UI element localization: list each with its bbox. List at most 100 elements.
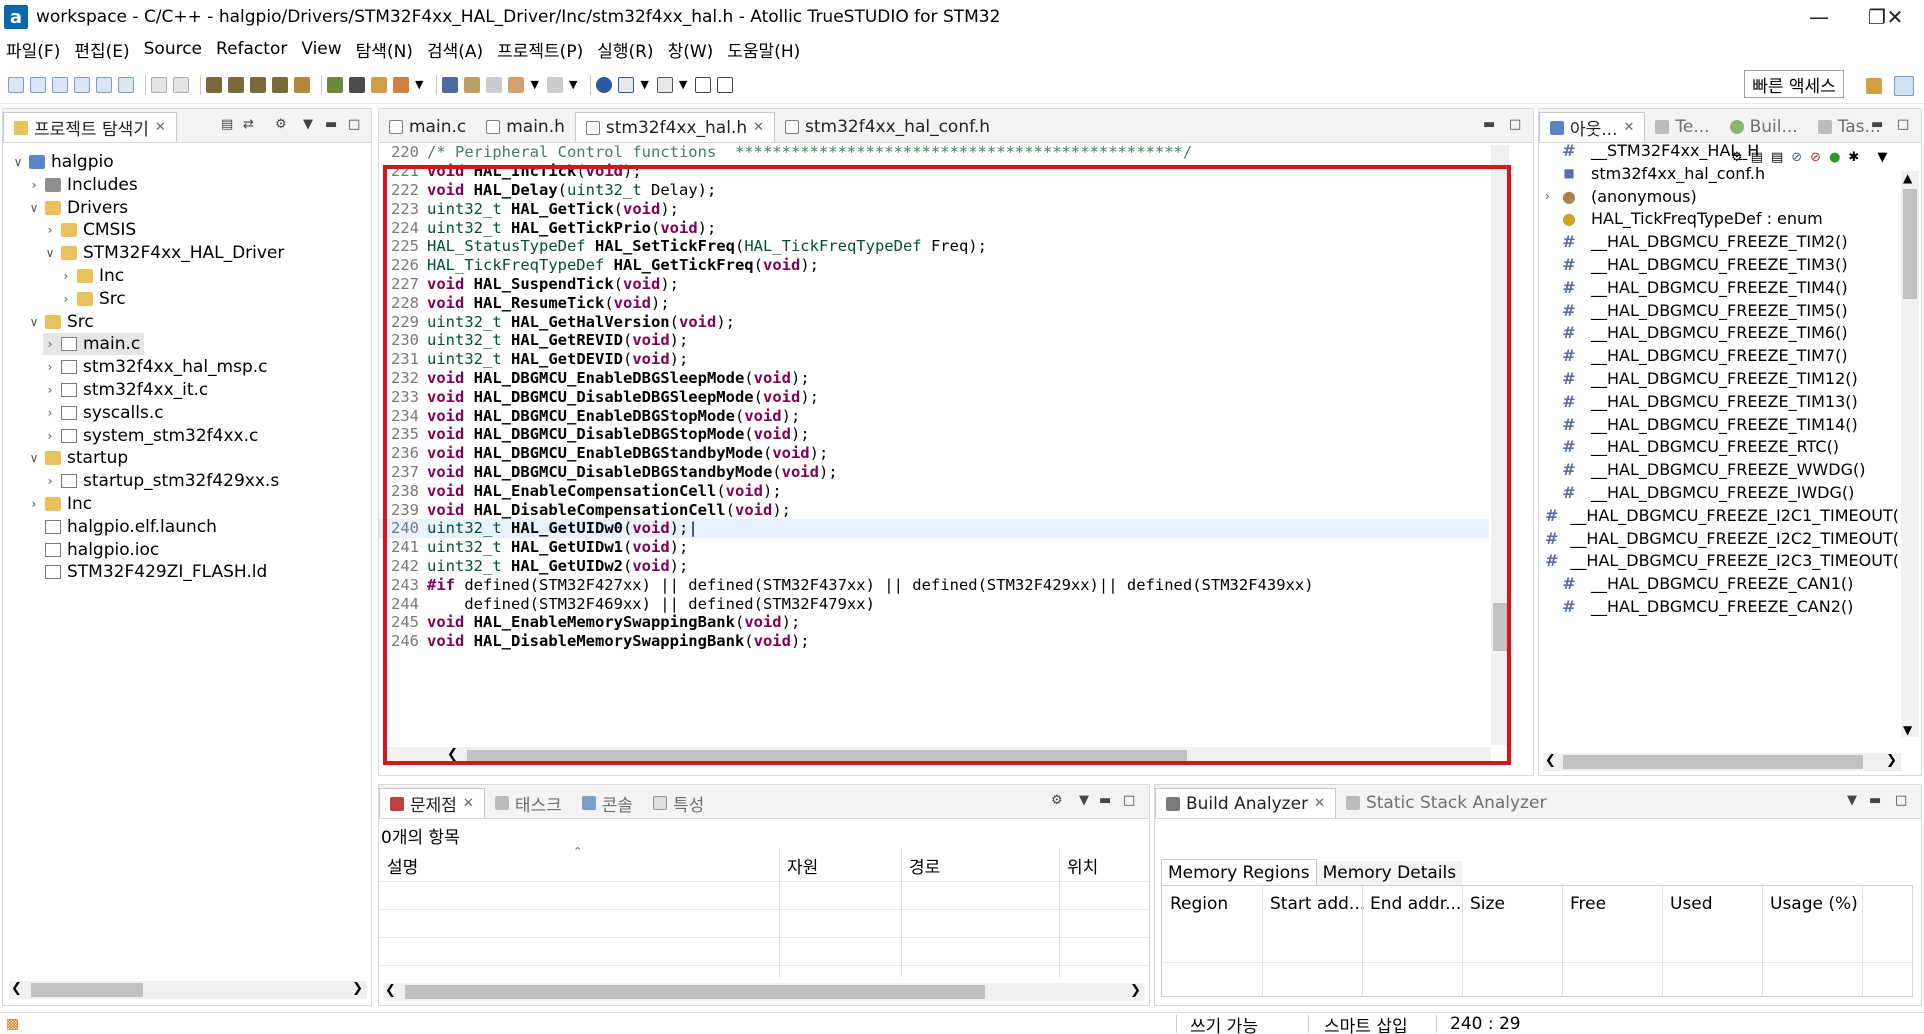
code-line[interactable]: 224 uint32_t HAL_GetTickPrio(void); [379, 218, 1489, 237]
outline-item[interactable]: # __HAL_DBGMCU_FREEZE_TIM12() [1545, 367, 1899, 390]
code-line[interactable]: 243 #if defined(STM32F427xx) || defined(S… [379, 575, 1489, 594]
code-line[interactable]: 228 void HAL_ResumeTick(void); [379, 293, 1489, 312]
new-source-icon[interactable] [30, 76, 46, 93]
scrollbar-thumb[interactable] [1493, 603, 1507, 651]
menu-run[interactable]: 실행(R) [597, 37, 653, 62]
scroll-right-icon[interactable]: ❯ [1130, 983, 1141, 998]
column-free[interactable]: Free [1570, 894, 1606, 914]
tab-stm32f4xx-hal-h[interactable]: stm32f4xx_hal.h ✕ [574, 112, 776, 142]
menu-search[interactable]: 검색(A) [427, 37, 483, 62]
info-icon[interactable] [596, 76, 613, 93]
scrollbar-thumb[interactable] [1903, 189, 1917, 299]
outline-item[interactable]: # __HAL_DBGMCU_FREEZE_I2C2_TIMEOUT() [1545, 527, 1899, 550]
chevron-down-icon[interactable]: ▼ [415, 78, 423, 91]
code-line[interactable]: 221 void HAL_IncTick(void); [379, 162, 1489, 181]
chevron-right-icon[interactable]: › [27, 178, 41, 192]
menu-refactor[interactable]: Refactor [216, 39, 287, 59]
layout-icon[interactable] [656, 76, 673, 93]
outline-item[interactable]: # __HAL_DBGMCU_FREEZE_TIM5() [1545, 299, 1899, 322]
subtab-memory-regions[interactable]: Memory Regions [1161, 859, 1317, 885]
code-line[interactable]: 240 uint32_t HAL_GetUIDw0(void);| [379, 519, 1489, 538]
scroll-up-icon[interactable]: ▲ [1903, 171, 1912, 185]
scroll-left-icon[interactable]: ❮ [447, 747, 458, 762]
editor-horizontal-scrollbar[interactable]: ❮ [387, 747, 1491, 765]
tab-main-h[interactable]: main.h [476, 112, 575, 142]
outline-item[interactable]: # __HAL_DBGMCU_FREEZE_TIM4() [1545, 276, 1899, 299]
link-editor-icon[interactable]: ⇄ [243, 117, 254, 132]
maximize-icon[interactable]: □ [1509, 117, 1521, 132]
column-end-address[interactable]: End addr... [1370, 894, 1461, 914]
outline-horizontal-scrollbar[interactable]: ❮ ❯ [1543, 753, 1901, 771]
scroll-left-icon[interactable]: ❮ [385, 983, 396, 998]
outline-vertical-scrollbar[interactable]: ▲ ▼ [1901, 171, 1919, 737]
quick-access-input[interactable]: 빠른 액세스 [1744, 70, 1844, 98]
code-line[interactable]: 232 void HAL_DBGMCU_EnableDBGSleepMode(vo… [379, 369, 1489, 388]
navigate-forward-icon[interactable] [546, 76, 563, 93]
tree-item[interactable]: › stm32f4xx_hal_msp.c [43, 356, 268, 378]
chevron-down-icon[interactable]: ∨ [11, 155, 25, 169]
code-line[interactable]: 238 void HAL_EnableCompensationCell(void)… [379, 481, 1489, 500]
chevron-right-icon[interactable]: › [43, 337, 57, 351]
chevron-down-icon[interactable]: ∨ [43, 246, 57, 260]
editor-vertical-scrollbar[interactable] [1491, 145, 1509, 745]
chevron-right-icon[interactable]: › [43, 429, 57, 443]
outline-item[interactable]: # __HAL_DBGMCU_FREEZE_WWDG() [1545, 458, 1899, 481]
code-line[interactable]: 220 /* Peripheral Control functions *****… [379, 143, 1489, 162]
tab-build-targets[interactable]: Buil... [1720, 112, 1808, 142]
back-icon[interactable] [486, 76, 503, 93]
chevron-right-icon[interactable]: › [59, 269, 73, 283]
outline-item[interactable]: › ● (anonymous) [1545, 185, 1899, 208]
close-icon[interactable]: ✕ [463, 796, 474, 811]
code-line[interactable]: 246 void HAL_DisableMemorySwappingBank(vo… [379, 632, 1489, 651]
chevron-down-icon[interactable]: ∨ [27, 451, 41, 465]
chevron-down-icon[interactable]: ▼ [569, 78, 577, 91]
minimize-icon[interactable]: ▬ [1483, 117, 1495, 132]
tree-item[interactable]: › Src [59, 288, 126, 310]
scroll-right-icon[interactable]: ❯ [1886, 753, 1897, 768]
new-folder-icon[interactable] [96, 76, 112, 93]
chevron-down-icon[interactable]: ∨ [27, 315, 41, 329]
code-line[interactable]: 237 void HAL_DBGMCU_DisableDBGStandbyMode… [379, 463, 1489, 482]
scroll-left-icon[interactable]: ❮ [11, 981, 22, 996]
tree-item[interactable]: › Inc [59, 265, 125, 287]
code-line[interactable]: 222 void HAL_Delay(uint32_t Delay); [379, 181, 1489, 200]
save-all-icon[interactable] [173, 76, 189, 93]
chevron-down-icon[interactable]: ▼ [1847, 793, 1857, 808]
column-description[interactable]: 설명 [387, 853, 418, 878]
import-icon[interactable] [118, 76, 134, 93]
tree-item[interactable]: ∨ Src [27, 311, 94, 333]
tab-terminal[interactable]: Te... [1645, 112, 1719, 142]
minimize-icon[interactable]: ▬ [325, 117, 337, 132]
outline-item[interactable]: # __HAL_DBGMCU_FREEZE_TIM14() [1545, 413, 1899, 436]
annotation-icon[interactable] [464, 76, 481, 93]
outline-item[interactable]: # __HAL_DBGMCU_FREEZE_TIM7() [1545, 344, 1899, 367]
chevron-right-icon[interactable]: › [27, 497, 41, 511]
navigate-back-icon[interactable] [508, 76, 525, 93]
collapse-all-icon[interactable]: ▤ [221, 117, 233, 132]
menu-view[interactable]: View [301, 39, 341, 59]
tab-build-analyzer[interactable]: Build Analyzer ✕ [1155, 788, 1336, 818]
minimize-icon[interactable]: ▬ [1871, 117, 1883, 132]
menu-file[interactable]: 파일(F) [6, 37, 60, 62]
code-editor[interactable]: 220 /* Peripheral Control functions *****… [379, 143, 1533, 775]
tree-item[interactable]: ∨ startup [27, 447, 129, 469]
tree-item[interactable]: › Inc [27, 493, 93, 515]
maximize-icon[interactable]: □ [1897, 117, 1909, 132]
horizontal-scrollbar[interactable]: ❮ ❯ [9, 981, 367, 999]
tab-outline[interactable]: 아웃... ✕ [1539, 112, 1646, 142]
tree-item[interactable]: › system_stm32f4xx.c [43, 425, 259, 447]
menu-project[interactable]: 프로젝트(P) [497, 37, 583, 62]
scrollbar-thumb[interactable] [405, 985, 985, 999]
chevron-right-icon[interactable]: › [43, 406, 57, 420]
code-line[interactable]: 244 defined(STM32F469xx) || defined(STM3… [379, 594, 1489, 613]
outline-item[interactable]: # __HAL_DBGMCU_FREEZE_RTC() [1545, 435, 1899, 458]
outline-item[interactable]: # __HAL_DBGMCU_FREEZE_TIM6() [1545, 321, 1899, 344]
export-icon[interactable] [717, 76, 734, 93]
scrollbar-thumb[interactable] [467, 750, 1187, 762]
tab-main-c[interactable]: main.c [379, 112, 476, 142]
menu-window[interactable]: 창(W) [668, 37, 714, 62]
new-header-icon[interactable] [52, 76, 68, 93]
build-all-icon[interactable] [228, 76, 244, 93]
outline-item[interactable]: ● HAL_TickFreqTypeDef : enum [1545, 207, 1899, 230]
outline-item[interactable]: # __HAL_DBGMCU_FREEZE_I2C1_TIMEOUT() [1545, 504, 1899, 527]
